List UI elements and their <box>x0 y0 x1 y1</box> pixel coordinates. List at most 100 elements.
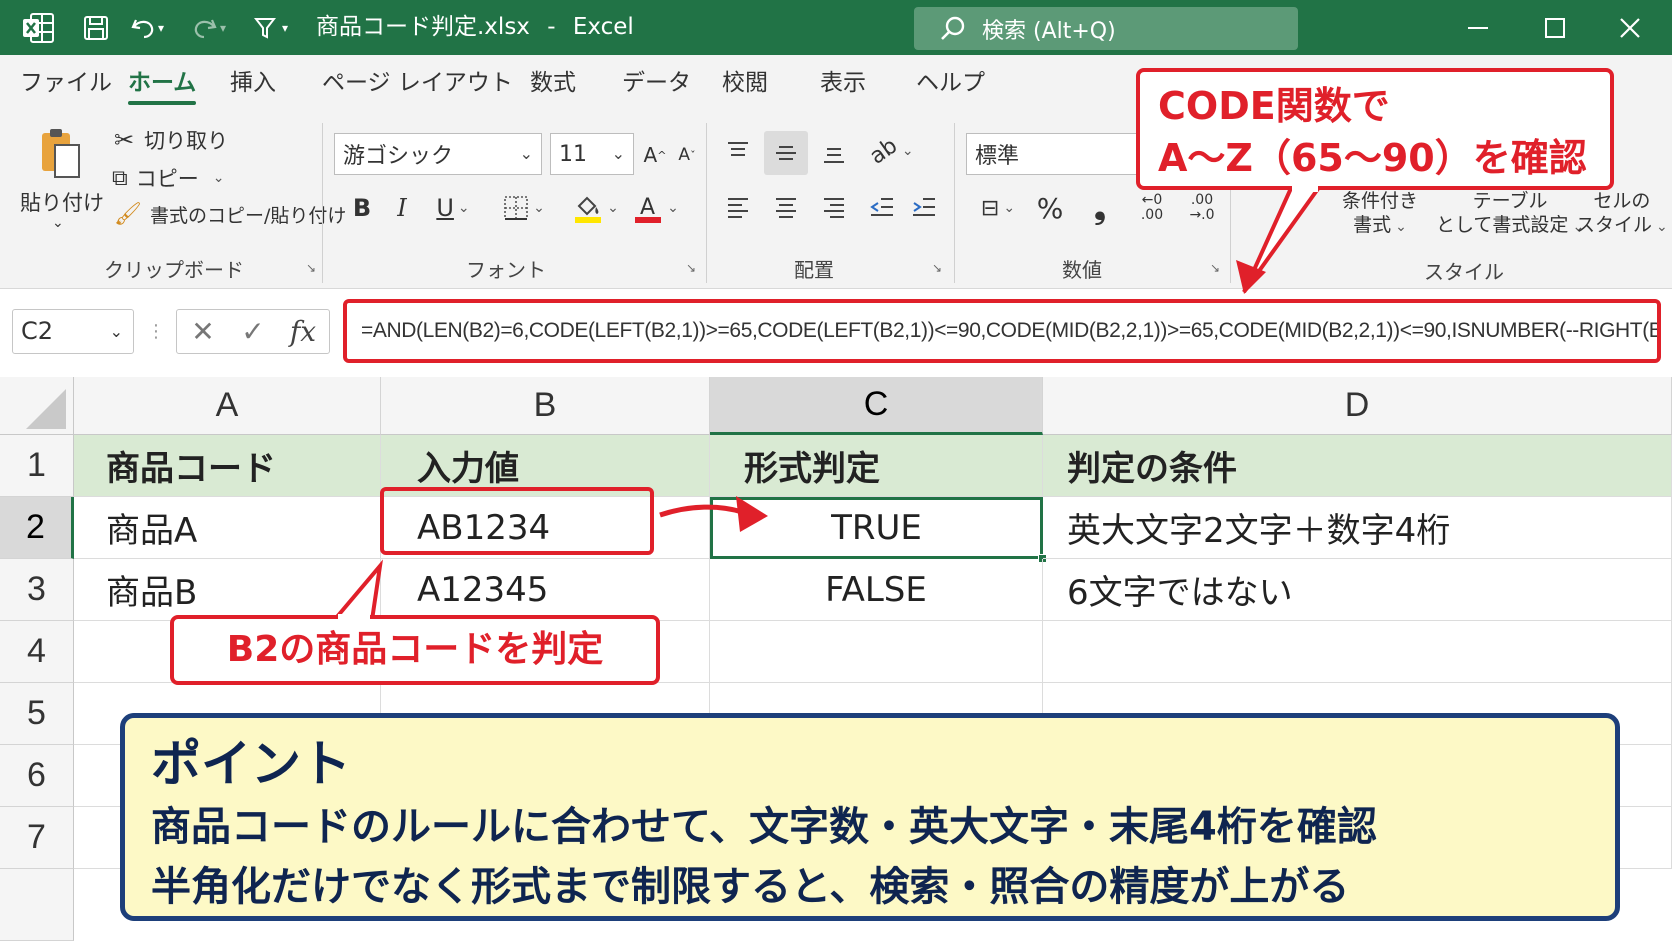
decrease-indent-icon[interactable] <box>862 187 902 227</box>
insert-function-button[interactable]: fx <box>282 309 324 354</box>
orientation-button[interactable]: ab ⌄ <box>866 131 918 171</box>
align-center-icon[interactable] <box>766 187 806 227</box>
chevron-down-icon: ⌄ <box>667 200 679 216</box>
row-header-1[interactable]: 1 <box>0 435 74 497</box>
cell-d4[interactable] <box>1043 621 1672 683</box>
b2-highlight-box <box>380 487 654 555</box>
increase-decimal-button[interactable]: ←0 .00 <box>1130 187 1174 229</box>
clipboard-launcher-icon[interactable]: ↘ <box>306 261 320 275</box>
accounting-format-button[interactable]: ⊟ ⌄ <box>968 187 1028 229</box>
row-header-5[interactable]: 5 <box>0 683 74 745</box>
paste-button[interactable]: 貼り付け <box>20 187 104 217</box>
paste-dropdown-icon[interactable]: ⌄ <box>52 215 64 231</box>
select-all-button[interactable] <box>0 377 74 435</box>
cell-d3[interactable]: 6文字ではない <box>1043 559 1672 621</box>
comma-style-button[interactable]: ❟ <box>1080 187 1120 229</box>
font-size-dropdown[interactable]: 11 ⌄ <box>550 133 634 175</box>
row-header-2[interactable]: 2 <box>0 497 74 559</box>
percent-style-button[interactable]: % <box>1030 187 1070 229</box>
copy-dropdown-icon[interactable]: ⌄ <box>213 170 225 186</box>
increase-font-size-icon[interactable]: A ^ <box>640 135 670 175</box>
column-header-b[interactable]: B <box>381 377 710 435</box>
column-header-d[interactable]: D <box>1043 377 1672 435</box>
point-title: ポイント <box>151 735 351 793</box>
align-middle-icon[interactable] <box>764 131 808 175</box>
align-bottom-icon[interactable] <box>814 135 854 175</box>
alignment-launcher-icon[interactable]: ↘ <box>932 261 946 275</box>
save-icon[interactable] <box>76 0 116 55</box>
row-header-8[interactable] <box>0 869 74 941</box>
paste-icon[interactable] <box>36 125 86 181</box>
tab-review[interactable]: 校閲 <box>722 55 768 111</box>
chevron-down-icon: ⌄ <box>1003 200 1016 216</box>
tab-help[interactable]: ヘルプ <box>916 55 985 111</box>
cell-c3[interactable]: FALSE <box>710 559 1043 621</box>
cell-d2[interactable]: 英大文字2文字＋数字4桁 <box>1043 497 1672 559</box>
chevron-down-icon: ⌄ <box>1656 219 1668 235</box>
number-launcher-icon[interactable]: ↘ <box>1210 261 1224 275</box>
copy-button[interactable]: ⧉ コピー ⌄ <box>112 163 224 193</box>
row-header-4[interactable]: 4 <box>0 621 74 683</box>
minimize-button[interactable] <box>1448 0 1508 55</box>
column-header-c[interactable]: C <box>710 377 1043 435</box>
group-separator <box>706 123 707 283</box>
cell-c1[interactable]: 形式判定 <box>710 435 1043 497</box>
redo-icon[interactable]: ▾ <box>186 0 232 55</box>
borders-button[interactable]: ⌄ <box>496 187 552 229</box>
format-painter-button[interactable]: 🖌 書式のコピー/貼り付け <box>114 201 346 228</box>
conditional-formatting-label-2: 書式 <box>1353 214 1392 236</box>
cell-d1[interactable]: 判定の条件 <box>1043 435 1672 497</box>
bold-button[interactable]: B <box>344 187 380 229</box>
row-header-6[interactable]: 6 <box>0 745 74 807</box>
align-right-icon[interactable] <box>814 187 854 227</box>
italic-button[interactable]: I <box>384 187 420 229</box>
font-name-dropdown[interactable]: 游ゴシック ⌄ <box>334 133 542 175</box>
conditional-formatting-button[interactable]: 条件付き 書式 ⌄ <box>1342 189 1418 239</box>
title-bar: ▾ ▾ ▾ 商品コード判定.xlsx - Excel 検索 (Alt+Q) <box>0 0 1672 55</box>
tab-view[interactable]: 表示 <box>820 55 866 111</box>
tab-formulas[interactable]: 数式 <box>530 55 576 111</box>
cell-b3[interactable]: A12345 <box>381 559 710 621</box>
filter-icon[interactable]: ▾ <box>246 0 296 55</box>
window-title: 商品コード判定.xlsx - Excel <box>316 0 634 55</box>
tab-insert[interactable]: 挿入 <box>230 55 276 111</box>
decrease-decimal-button[interactable]: .00 →.0 <box>1180 187 1224 229</box>
borders-icon <box>504 196 528 220</box>
formula-bar: C2 ⌄ ⋮ ✕ ✓ fx =AND(LEN(B2)=6,CODE(LEFT(B… <box>0 289 1672 369</box>
cell-c2[interactable]: TRUE <box>710 497 1043 559</box>
row-header-3[interactable]: 3 <box>0 559 74 621</box>
font-launcher-icon[interactable]: ↘ <box>686 261 700 275</box>
align-top-icon[interactable] <box>718 131 758 171</box>
tab-file[interactable]: ファイル <box>20 55 112 111</box>
underline-button[interactable]: U ⌄ <box>428 187 478 229</box>
column-header-a[interactable]: A <box>74 377 381 435</box>
cell-styles-label-2: スタイル <box>1576 214 1653 236</box>
decrease-font-size-icon[interactable]: Aˇ <box>672 135 702 175</box>
undo-icon[interactable]: ▾ <box>124 0 170 55</box>
confirm-entry-icon[interactable]: ✓ <box>232 309 274 354</box>
row-header-7[interactable]: 7 <box>0 807 74 869</box>
close-window-button[interactable] <box>1600 0 1660 55</box>
fill-color-button[interactable]: ⌄ <box>568 185 624 231</box>
font-color-button[interactable]: A ⌄ <box>628 185 684 231</box>
cancel-entry-icon[interactable]: ✕ <box>182 309 224 354</box>
tab-data[interactable]: データ <box>622 55 691 111</box>
cell-a3[interactable]: 商品B <box>74 559 381 621</box>
cut-button[interactable]: ✂ 切り取り <box>114 125 228 155</box>
align-left-icon[interactable] <box>718 187 758 227</box>
cell-styles-button[interactable]: セルの スタイル ⌄ <box>1576 189 1668 239</box>
name-box[interactable]: C2 ⌄ <box>12 309 134 354</box>
cell-a2[interactable]: 商品A <box>74 497 381 559</box>
tab-home[interactable]: ホーム <box>128 55 197 111</box>
cell-a1[interactable]: 商品コード <box>74 435 381 497</box>
format-as-table-button[interactable]: テーブル として書式設定 ⌄ <box>1436 189 1584 239</box>
code-pointer-cover <box>1292 184 1318 192</box>
code-callout-line1: CODE関数で <box>1158 84 1390 128</box>
maximize-button[interactable] <box>1525 0 1585 55</box>
increase-indent-icon[interactable] <box>904 187 944 227</box>
formula-input[interactable]: =AND(LEN(B2)=6,CODE(LEFT(B2,1))>=65,CODE… <box>343 299 1661 363</box>
tab-page-layout[interactable]: ページ レイアウト <box>322 55 513 111</box>
number-format-dropdown[interactable]: 標準 <box>966 133 1146 175</box>
cell-c4[interactable] <box>710 621 1043 683</box>
search-box[interactable]: 検索 (Alt+Q) <box>914 7 1298 50</box>
